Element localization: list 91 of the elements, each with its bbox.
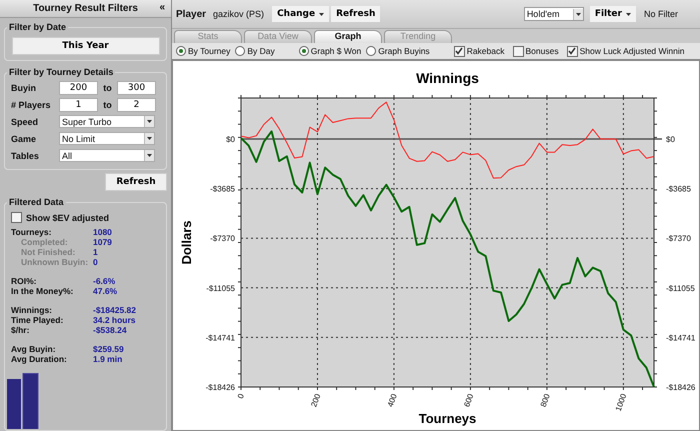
player-label: Player bbox=[176, 8, 206, 20]
y-tick-label: $0 bbox=[666, 135, 675, 144]
y-tick-label: -$11055 bbox=[206, 284, 235, 293]
checkbox[interactable] bbox=[512, 46, 524, 56]
y-tick-label: $0 bbox=[226, 135, 235, 144]
stat-label: Time Played: bbox=[11, 315, 64, 325]
radio-button[interactable] bbox=[235, 46, 246, 56]
checkbox-label: Show Luck Adjusted Winnin bbox=[580, 46, 684, 56]
radio-label: Graph $ Won bbox=[310, 46, 362, 56]
stat-label: Winnings: bbox=[11, 305, 53, 315]
radio-label: By Tourney bbox=[188, 46, 230, 56]
range-to-label: to bbox=[102, 100, 113, 110]
date-range-button[interactable]: This Year bbox=[12, 37, 160, 55]
group-heading: Filter by Tourney Details bbox=[8, 67, 114, 77]
group-heading: Filtered Data bbox=[8, 198, 65, 207]
refresh-button[interactable]: Refresh bbox=[331, 6, 380, 22]
stat-label: Avg Duration: bbox=[11, 354, 68, 364]
stat-label: Not Finished: bbox=[20, 247, 76, 257]
filter-button[interactable]: Filter bbox=[590, 6, 636, 22]
checkbox[interactable] bbox=[11, 212, 22, 223]
refresh-button[interactable]: Refresh bbox=[105, 173, 167, 191]
y-axis-title: Dollars bbox=[179, 220, 194, 265]
stat-label: In the Money%: bbox=[11, 286, 74, 296]
stat-value: -6.6% bbox=[93, 276, 116, 286]
filter-status: No Filter bbox=[644, 9, 678, 19]
panel-title: Tourney Result Filters bbox=[33, 3, 138, 14]
y-tick-label: -$7370 bbox=[666, 234, 691, 244]
caret-icon bbox=[626, 12, 631, 16]
group-heading: Filter by Date bbox=[8, 22, 68, 32]
player-name: gazikov (PS) bbox=[213, 9, 264, 19]
stat-value: $259.59 bbox=[93, 344, 124, 354]
y-tick-label: -$14741 bbox=[206, 333, 235, 342]
filter-dropdown[interactable]: All bbox=[59, 149, 155, 162]
stat-value: 34.2 hours bbox=[93, 315, 136, 325]
filter-label: Game bbox=[11, 134, 38, 144]
stat-value: -$538.24 bbox=[93, 325, 127, 335]
stat-value: 0 bbox=[93, 257, 98, 267]
bar-graph-drawing bbox=[7, 373, 41, 429]
stat-value: 1.9 min bbox=[93, 354, 122, 364]
game-dropdown[interactable]: Hold'em bbox=[524, 7, 584, 21]
y-tick-label: -$14741 bbox=[666, 333, 696, 342]
filter-label: # Players bbox=[11, 100, 52, 110]
x-tick-label: 800 bbox=[538, 392, 552, 408]
x-tick-label: 1000 bbox=[614, 392, 628, 412]
stat-value: 1079 bbox=[93, 237, 112, 247]
checkbox-label: Rakeback bbox=[466, 46, 504, 56]
stat-label: Tourneys: bbox=[11, 227, 52, 237]
range-from-field[interactable]: 200 bbox=[59, 80, 98, 94]
radio-label: By Day bbox=[247, 46, 275, 56]
range-to-field[interactable]: 2 bbox=[117, 98, 156, 112]
range-from-field[interactable]: 1 bbox=[59, 98, 98, 112]
y-tick-label: -$18426 bbox=[206, 383, 235, 392]
x-tick-label: 200 bbox=[309, 392, 322, 408]
filter-dropdown[interactable]: No Limit bbox=[59, 132, 155, 145]
stat-label: Unknown Buyin: bbox=[20, 257, 90, 267]
stat-value: -$18425.82 bbox=[93, 305, 136, 315]
y-tick-label: -$11055 bbox=[666, 284, 695, 293]
checkbox[interactable] bbox=[566, 46, 578, 56]
radio-button[interactable] bbox=[366, 46, 376, 56]
checkbox-label: Show $EV adjusted bbox=[26, 212, 110, 222]
x-tick-label: 0 bbox=[236, 392, 246, 400]
chart-title: Winnings bbox=[416, 70, 479, 86]
filter-dropdown[interactable]: Super Turbo bbox=[59, 115, 155, 128]
tab[interactable]: Graph bbox=[314, 30, 382, 43]
stat-value: 1 bbox=[93, 247, 98, 257]
y-tick-label: -$18426 bbox=[666, 383, 696, 392]
x-tick-label: 400 bbox=[386, 392, 399, 408]
x-tick-label: 600 bbox=[462, 392, 476, 408]
checkbox-label: Bonuses bbox=[526, 46, 559, 56]
stat-label: Avg Buyin: bbox=[11, 344, 57, 354]
filter-label: Tables bbox=[11, 150, 40, 160]
y-tick-label: -$7370 bbox=[210, 234, 235, 244]
stat-label: $/hr: bbox=[11, 325, 30, 335]
stat-value: 47.6% bbox=[93, 286, 118, 296]
filter-label: Buyin bbox=[11, 82, 38, 92]
stat-value: 1080 bbox=[93, 227, 112, 237]
range-to-label: to bbox=[102, 82, 113, 92]
stat-label: ROI%: bbox=[11, 276, 38, 286]
y-tick-label: -$3685 bbox=[666, 184, 691, 194]
filter-label: Speed bbox=[11, 116, 40, 126]
range-to-field[interactable]: 300 bbox=[117, 80, 156, 94]
collapse-button[interactable]: « bbox=[159, 2, 165, 13]
radio-button[interactable] bbox=[298, 46, 309, 56]
checkbox[interactable] bbox=[454, 46, 465, 56]
change-button[interactable]: Change bbox=[272, 6, 330, 22]
stat-label: Completed: bbox=[20, 237, 69, 247]
y-tick-label: -$3685 bbox=[210, 184, 235, 194]
radio-button[interactable] bbox=[176, 46, 186, 56]
radio-label: Graph Buyins bbox=[378, 46, 430, 56]
caret-icon bbox=[319, 12, 324, 16]
x-axis-title: Tourneys bbox=[418, 411, 476, 426]
